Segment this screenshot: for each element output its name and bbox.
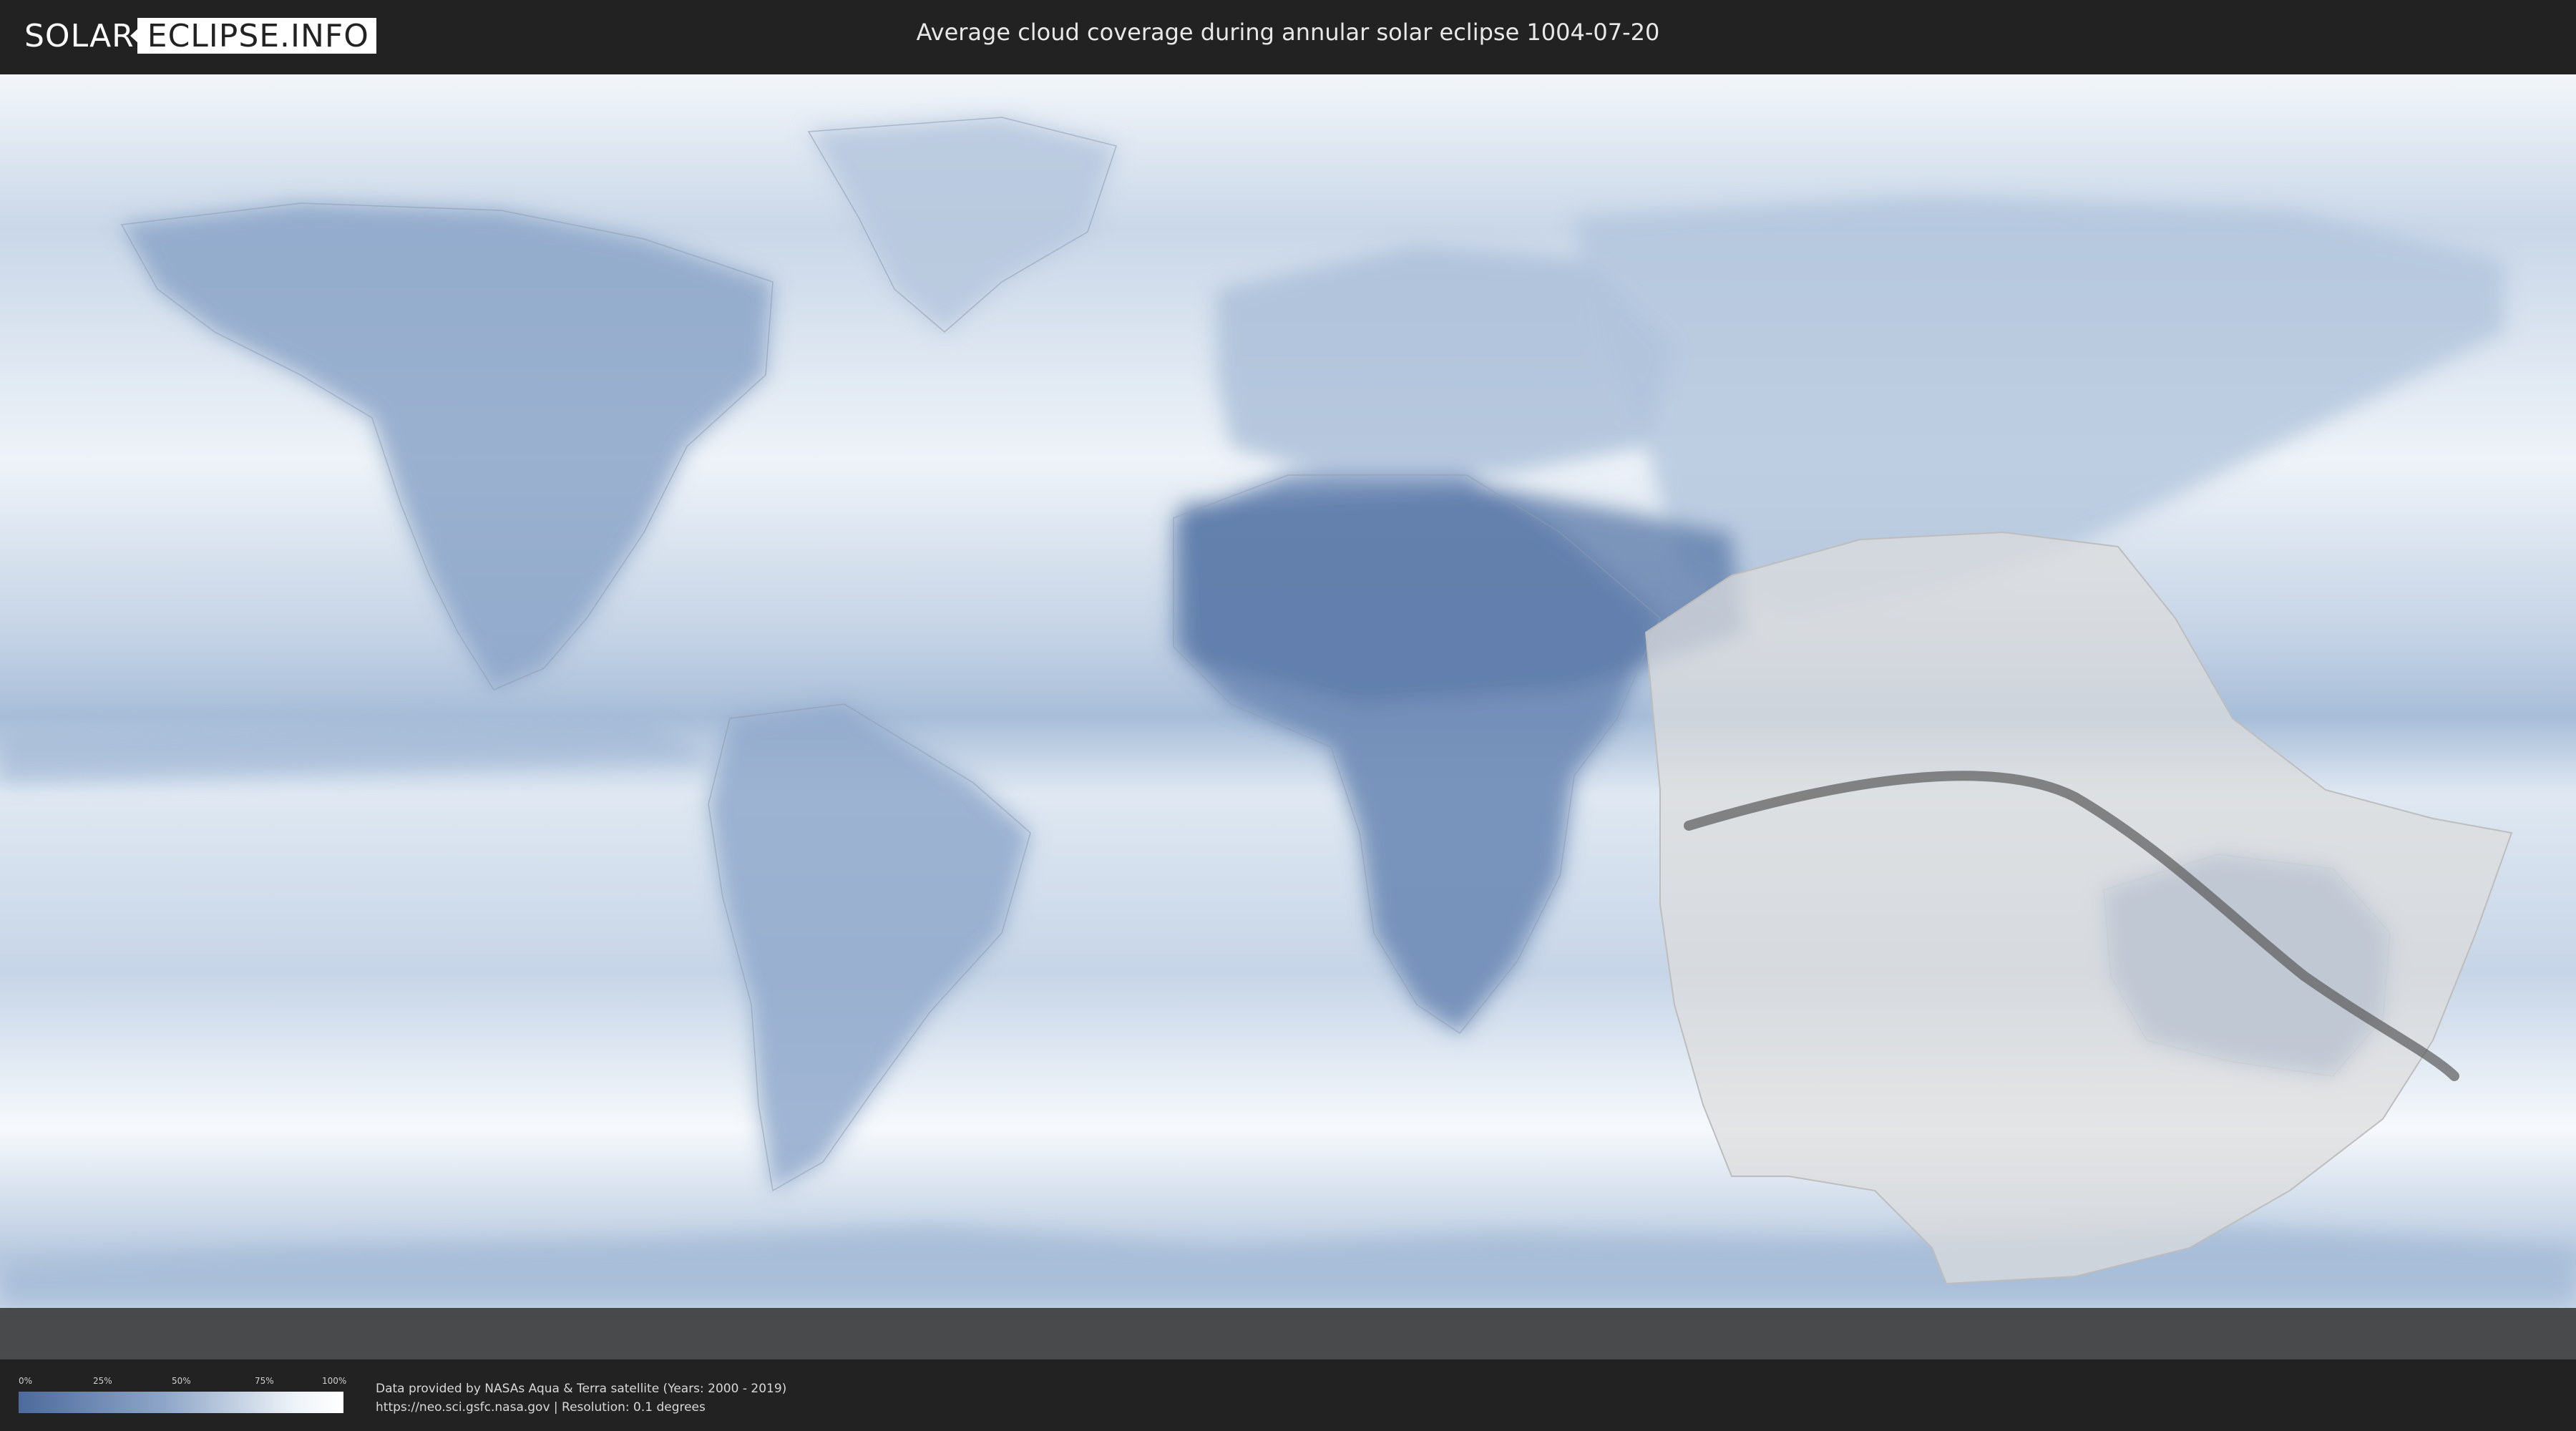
legend-tick-0: 0% [19, 1376, 33, 1386]
legend-tick-100: 100% [322, 1376, 347, 1386]
cloud-coverage-map[interactable] [0, 74, 2576, 1359]
legend-tick-labels: 0% 25% 50% 75% 100% [19, 1376, 347, 1387]
map-canvas[interactable] [0, 74, 2576, 1359]
data-credit: Data provided by NASAs Aqua & Terra sate… [376, 1379, 786, 1417]
header-bar: SOLAR ECLIPSE.INFO Average cloud coverag… [0, 0, 2576, 72]
legend-tick-75: 75% [255, 1376, 274, 1386]
legend-tick-25: 25% [93, 1376, 112, 1386]
page-title: Average cloud coverage during annular so… [916, 19, 1660, 46]
cloud-coverage-legend-gradient [19, 1392, 343, 1413]
polar-night-band [0, 1308, 2576, 1359]
credit-line-source: Data provided by NASAs Aqua & Terra sate… [376, 1382, 787, 1396]
legend-tick-50: 50% [172, 1376, 191, 1386]
credit-line-url[interactable]: https://neo.sci.gsfc.nasa.gov | Resoluti… [376, 1398, 786, 1417]
